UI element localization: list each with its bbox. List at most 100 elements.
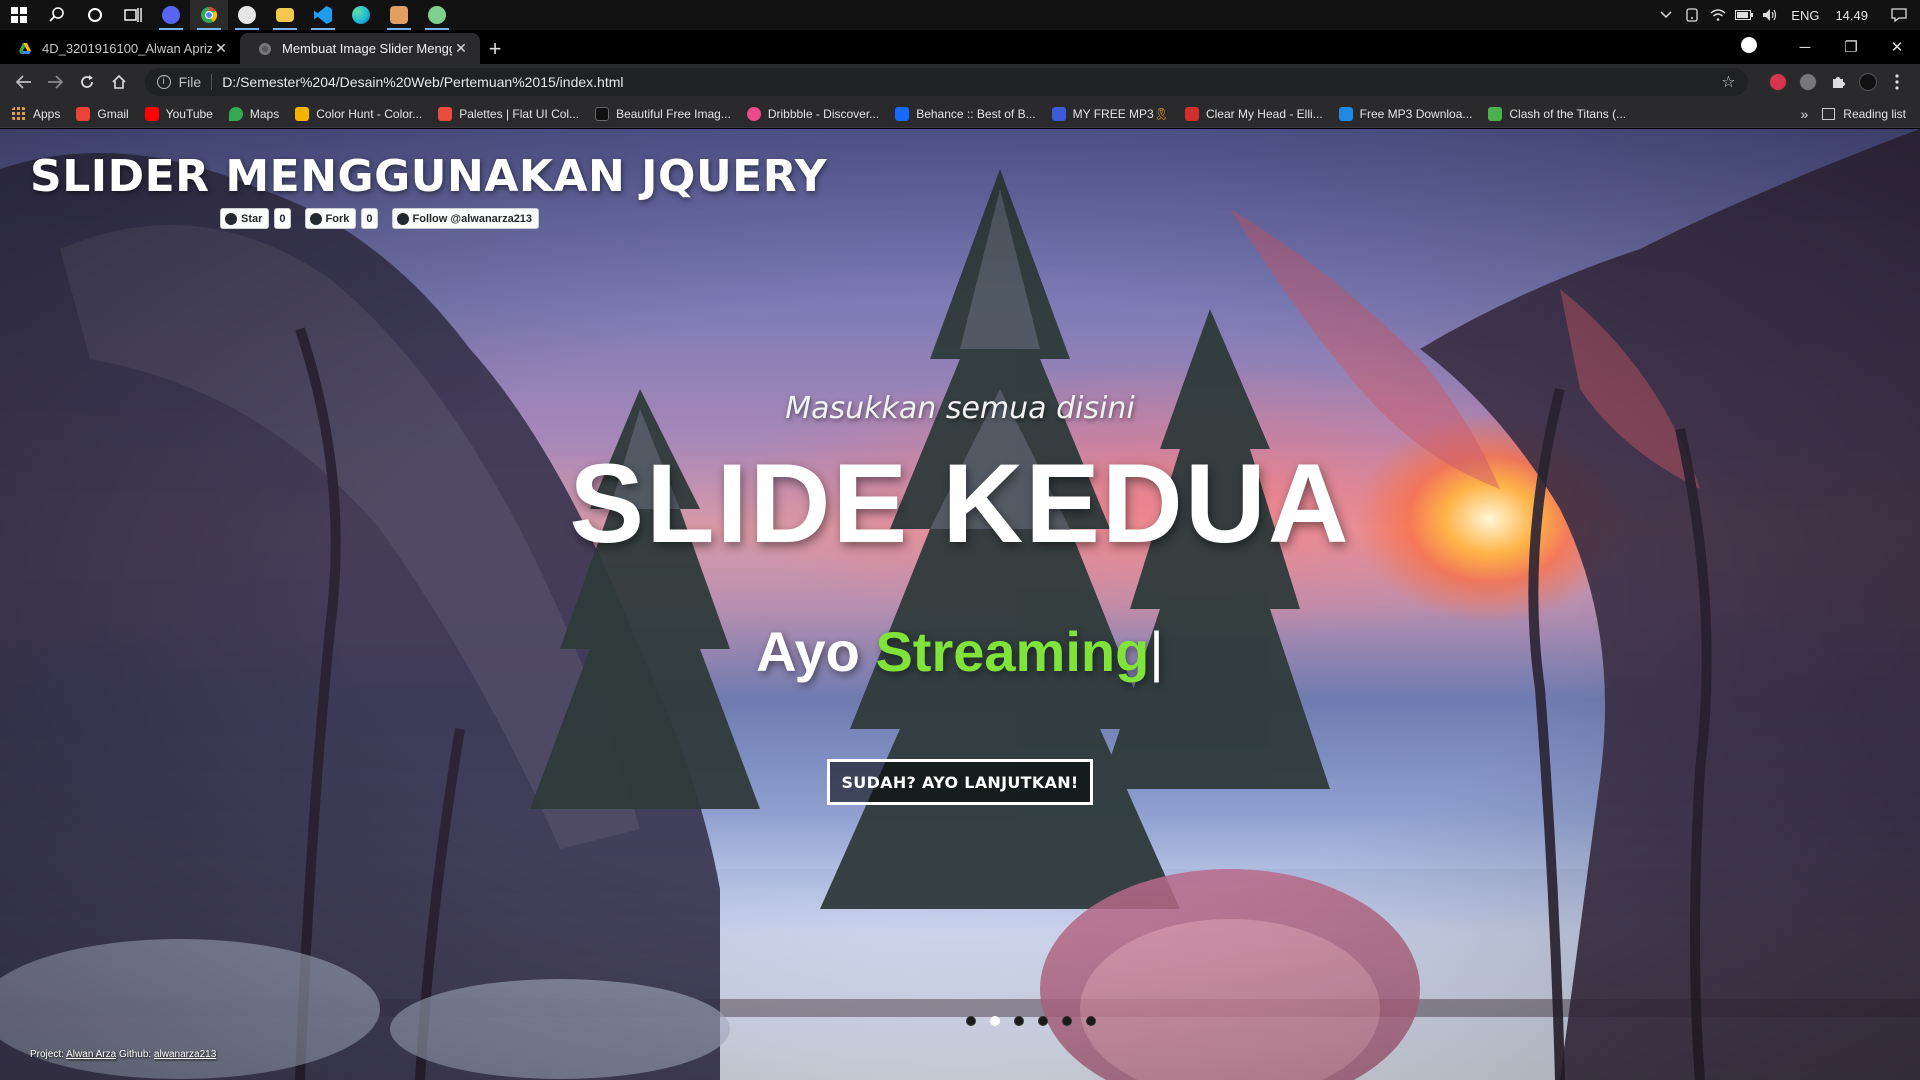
maps-pin-icon bbox=[228, 106, 243, 121]
extension-misc-icon[interactable] bbox=[1793, 67, 1823, 97]
slider-dot-6[interactable] bbox=[1086, 1016, 1096, 1026]
minimize-button[interactable]: ─ bbox=[1782, 39, 1828, 56]
volume-icon[interactable] bbox=[1757, 0, 1783, 30]
file-explorer-icon[interactable] bbox=[266, 0, 304, 30]
slide-heading: SLIDE KEDUA bbox=[569, 441, 1351, 566]
bookmark-label: Free MP3 Downloa... bbox=[1359, 106, 1473, 121]
task-view-icon[interactable] bbox=[114, 0, 152, 30]
slider-dot-3[interactable] bbox=[1014, 1016, 1024, 1026]
project-credits: Project: Alwan Arza Github: alwanarza213 bbox=[30, 1049, 216, 1060]
ribbon-icon: 🎗 bbox=[1153, 106, 1169, 121]
misc-app-icon[interactable] bbox=[418, 0, 456, 30]
reload-button[interactable] bbox=[71, 67, 103, 97]
reading-list-icon bbox=[1822, 107, 1836, 120]
profile-avatar[interactable] bbox=[1853, 67, 1883, 97]
search-icon[interactable] bbox=[38, 0, 76, 30]
reading-list-button[interactable]: Reading list bbox=[1822, 107, 1906, 121]
chart-bars-icon bbox=[1184, 106, 1199, 121]
bookmark-label: MY FREE MP3 bbox=[1072, 106, 1154, 121]
bookmark-star-icon[interactable]: ☆ bbox=[1721, 72, 1735, 92]
extension-abp-icon[interactable] bbox=[1764, 67, 1794, 97]
github-fork-label: Fork bbox=[325, 212, 350, 225]
dribbble-icon bbox=[746, 106, 761, 121]
slider-dot-5[interactable] bbox=[1062, 1016, 1072, 1026]
restore-button[interactable]: ❐ bbox=[1828, 38, 1874, 56]
github-follow-label: Follow @alwanarza213 bbox=[412, 212, 533, 225]
slider-pagination bbox=[966, 1016, 1096, 1026]
github-follow-button[interactable]: Follow @alwanarza213 bbox=[391, 208, 540, 229]
slider-dot-2[interactable] bbox=[990, 1016, 1000, 1026]
vscode-icon[interactable] bbox=[304, 0, 342, 30]
github-desktop-icon[interactable] bbox=[228, 0, 266, 30]
tab-image-slider[interactable]: Membuat Image Slider Menggunakan jQuery … bbox=[240, 33, 480, 64]
color-hunt-icon bbox=[295, 106, 310, 121]
bookmark-dribbble[interactable]: Dribbble - Discover... bbox=[746, 106, 879, 121]
github-fork-button[interactable]: Fork 0 bbox=[304, 208, 378, 229]
slider-dot-1[interactable] bbox=[966, 1016, 976, 1026]
home-button[interactable] bbox=[103, 67, 135, 97]
slide-background-image bbox=[0, 129, 1920, 1080]
github-star-button[interactable]: Star 0 bbox=[220, 208, 291, 229]
extensions-puzzle-icon[interactable] bbox=[1823, 67, 1853, 97]
continue-button[interactable]: SUDAH? AYO LANJUTKAN! bbox=[827, 759, 1093, 805]
author-link[interactable]: Alwan Arza bbox=[66, 1049, 116, 1060]
home-icon bbox=[112, 74, 126, 89]
bookmark-my-free-mp3[interactable]: MY FREE MP3 🎗 bbox=[1051, 106, 1169, 121]
reload-icon bbox=[81, 75, 94, 88]
github-star-label: Star bbox=[241, 212, 263, 225]
new-tab-button[interactable]: + bbox=[480, 33, 510, 64]
discord-icon[interactable] bbox=[152, 0, 190, 30]
github-profile-link[interactable]: alwanarza213 bbox=[154, 1049, 216, 1060]
close-tab-icon[interactable]: ✕ bbox=[212, 40, 230, 57]
mp3-icon bbox=[1051, 106, 1066, 121]
flat-ui-icon bbox=[438, 106, 453, 121]
site-info-icon[interactable]: i bbox=[156, 75, 171, 89]
clock[interactable]: 14.49 bbox=[1827, 8, 1876, 23]
battery-icon[interactable] bbox=[1731, 0, 1757, 30]
bookmark-color-hunt[interactable]: Color Hunt - Color... bbox=[295, 106, 422, 121]
typing-prefix: Ayo bbox=[756, 620, 876, 683]
bookmark-clear-my-head[interactable]: Clear My Head - Elli... bbox=[1184, 106, 1323, 121]
paint-icon[interactable] bbox=[380, 0, 418, 30]
windows-start-icon[interactable] bbox=[0, 0, 38, 30]
github-fork-count[interactable]: 0 bbox=[361, 208, 378, 229]
bookmark-apps[interactable]: Apps bbox=[12, 106, 60, 121]
url-text[interactable]: D:/Semester%204/Desain%20Web/Pertemuan%2… bbox=[222, 74, 1721, 90]
bookmark-label: Behance :: Best of B... bbox=[916, 106, 1036, 121]
bookmark-unsplash[interactable]: Beautiful Free Imag... bbox=[595, 106, 731, 121]
typing-word: Streaming bbox=[875, 620, 1150, 683]
profile-menu-icon[interactable] bbox=[1736, 37, 1782, 57]
device-icon[interactable] bbox=[1679, 0, 1705, 30]
bookmark-behance[interactable]: Behance :: Best of B... bbox=[895, 106, 1036, 121]
slider-dot-4[interactable] bbox=[1038, 1016, 1048, 1026]
browser-menu-icon[interactable] bbox=[1882, 67, 1912, 97]
close-tab-icon[interactable]: ✕ bbox=[452, 40, 470, 57]
forward-button[interactable] bbox=[40, 67, 72, 97]
globe-icon bbox=[259, 42, 271, 55]
bookmark-gmail[interactable]: Gmail bbox=[76, 106, 129, 121]
tab-google-drive[interactable]: 4D_3201916100_Alwan Apriza - Google Driv… bbox=[0, 33, 240, 64]
back-button[interactable] bbox=[8, 67, 40, 97]
chrome-icon[interactable] bbox=[190, 0, 228, 30]
browser-toolbar: i File D:/Semester%204/Desain%20Web/Pert… bbox=[0, 64, 1920, 100]
language-indicator[interactable]: ENG bbox=[1783, 8, 1827, 23]
bookmark-free-mp3-download[interactable]: Free MP3 Downloa... bbox=[1338, 106, 1473, 121]
notification-icon[interactable] bbox=[1886, 0, 1912, 30]
bookmark-label: Clear My Head - Elli... bbox=[1205, 106, 1323, 121]
bookmark-maps[interactable]: Maps bbox=[228, 106, 279, 121]
chevron-up-icon[interactable] bbox=[1653, 0, 1679, 30]
more-bookmarks-chevron-icon[interactable]: » bbox=[1801, 106, 1809, 122]
wifi-icon[interactable] bbox=[1705, 0, 1731, 30]
github-star-count[interactable]: 0 bbox=[274, 208, 291, 229]
close-window-button[interactable]: ✕ bbox=[1874, 38, 1920, 56]
edge-icon[interactable] bbox=[342, 0, 380, 30]
bookmark-flat-ui[interactable]: Palettes | Flat UI Col... bbox=[438, 106, 580, 121]
cortana-icon[interactable] bbox=[76, 0, 114, 30]
github-icon bbox=[396, 212, 409, 225]
address-bar[interactable]: i File D:/Semester%204/Desain%20Web/Pert… bbox=[144, 68, 1748, 96]
bookmark-clash-of-titans[interactable]: Clash of the Titans (... bbox=[1488, 106, 1626, 121]
bookmark-youtube[interactable]: YouTube bbox=[144, 106, 213, 121]
page-viewport: SLIDER MENGGUNAKAN JQUERY Star 0 Fork 0 … bbox=[0, 129, 1920, 1080]
taskbar-apps bbox=[0, 0, 456, 30]
bookmark-label: Palettes | Flat UI Col... bbox=[459, 106, 580, 121]
